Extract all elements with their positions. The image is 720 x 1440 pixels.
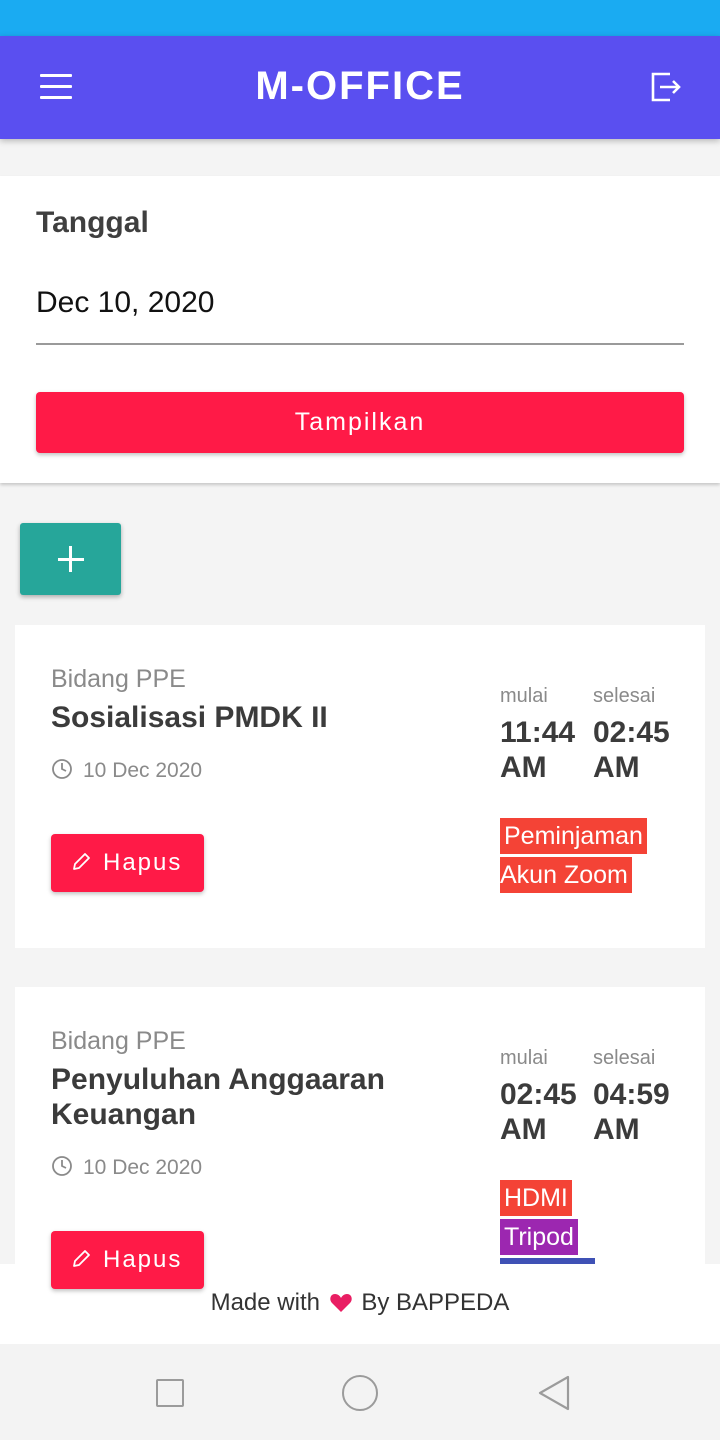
start-time: 02:45 AM (500, 1078, 577, 1146)
filter-card: Tanggal Dec 10, 2020 Tampilkan (0, 176, 720, 483)
add-event-button[interactable] (20, 523, 121, 595)
equipment-tag: Tripod (500, 1219, 578, 1255)
back-icon[interactable] (536, 1374, 572, 1412)
equipment-tag: HDMI (500, 1180, 572, 1216)
start-label: mulai (500, 1047, 548, 1069)
app-bar: M-OFFICE (0, 36, 720, 139)
logout-icon[interactable] (648, 70, 682, 104)
end-time: 04:59 AM (593, 1078, 670, 1146)
start-label: mulai (500, 685, 548, 707)
event-title: Sosialisasi PMDK II (51, 701, 328, 734)
date-field-underline (36, 343, 684, 345)
event-department: Bidang PPE (51, 665, 186, 693)
pencil-icon (73, 1250, 90, 1267)
equipment-tag: Peminjaman (500, 818, 647, 854)
status-bar (0, 0, 720, 36)
end-time: 02:45 AM (593, 716, 670, 784)
clock-icon (52, 759, 72, 779)
event-date-text: 10 Dec 2020 (83, 759, 203, 782)
pencil-icon (73, 853, 90, 870)
delete-button[interactable]: Hapus (51, 834, 204, 892)
event-date-text: 10 Dec 2020 (83, 1156, 203, 1179)
event-card: Bidang PPE Sosialisasi PMDK II 10 Dec 20… (15, 625, 705, 948)
heart-icon (329, 1294, 352, 1312)
date-field[interactable]: Dec 10, 2020 (36, 286, 214, 320)
end-label: selesai (593, 685, 656, 707)
event-date: 10 Dec 2020 (51, 1155, 202, 1180)
home-icon[interactable] (342, 1375, 378, 1411)
app-title: M-OFFICE (255, 64, 465, 108)
date-filter-label: Tanggal (36, 206, 149, 239)
event-department: Bidang PPE (51, 1027, 186, 1055)
recent-apps-icon[interactable] (156, 1379, 184, 1407)
event-date: 10 Dec 2020 (51, 758, 202, 783)
system-navigation-bar (0, 1344, 720, 1440)
show-button[interactable]: Tampilkan (36, 392, 684, 453)
end-label: selesai (593, 1047, 656, 1069)
event-title: Penyuluhan Anggaaran Keuangan (51, 1063, 385, 1131)
start-time: 11:44 AM (500, 716, 576, 784)
clock-icon (52, 1156, 72, 1176)
equipment-tag: Akun Zoom (500, 857, 632, 893)
delete-button[interactable]: Hapus (51, 1231, 204, 1289)
